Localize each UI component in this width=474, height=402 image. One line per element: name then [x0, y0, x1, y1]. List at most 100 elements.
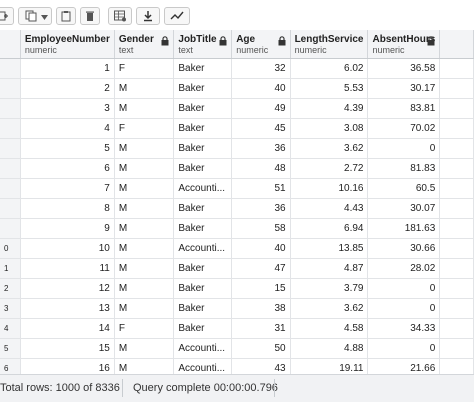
copy-button[interactable] [18, 7, 52, 25]
table-row[interactable]: 6 M Baker 48 2.72 81.83 [0, 158, 474, 179]
cell-gender[interactable]: M [114, 138, 175, 159]
cell-age[interactable]: 58 [231, 218, 291, 239]
row-number-cell[interactable] [0, 58, 21, 79]
cell-jobtitle[interactable]: Baker [173, 78, 233, 99]
table-row[interactable]: 9 M Baker 58 6.94 181.63 [0, 218, 474, 239]
row-number-cell[interactable] [0, 218, 21, 239]
cell-gender[interactable]: M [114, 198, 175, 219]
cell-age[interactable]: 31 [231, 318, 291, 339]
cell-employeenumber[interactable]: 14 [20, 318, 115, 339]
cell-absenthours[interactable]: 28.02 [367, 258, 441, 279]
cell-absenthours[interactable]: 60.5 [367, 178, 441, 199]
cell-gender[interactable]: M [114, 358, 175, 374]
cell-gender[interactable]: M [114, 158, 175, 179]
cell-lengthservice[interactable]: 6.94 [290, 218, 369, 239]
cell-employeenumber[interactable]: 13 [20, 298, 115, 319]
column-header-jobtitle[interactable]: JobTitle text [173, 30, 233, 59]
cell-absenthours[interactable]: 83.81 [367, 98, 441, 119]
cell-gender[interactable]: M [114, 278, 175, 299]
cell-jobtitle[interactable]: Baker [173, 218, 233, 239]
cell-absenthours[interactable]: 30.07 [367, 198, 441, 219]
cell-absenthours[interactable]: 34.33 [367, 318, 441, 339]
cell-jobtitle[interactable]: Baker [173, 118, 233, 139]
cell-age[interactable]: 50 [231, 338, 291, 359]
cell-gender[interactable]: M [114, 218, 175, 239]
column-header-absenthours[interactable]: AbsentHours numeric [367, 30, 441, 59]
cell-gender[interactable]: M [114, 298, 175, 319]
cell-age[interactable]: 47 [231, 258, 291, 279]
cell-lengthservice[interactable]: 3.62 [290, 138, 369, 159]
cell-gender[interactable]: F [114, 318, 175, 339]
cell-jobtitle[interactable]: Baker [173, 58, 233, 79]
cell-jobtitle[interactable]: Baker [173, 138, 233, 159]
table-row[interactable]: 7 M Accounti... 51 10.16 60.5 [0, 178, 474, 199]
cell-age[interactable]: 36 [231, 138, 291, 159]
cell-age[interactable]: 32 [231, 58, 291, 79]
cell-jobtitle[interactable]: Accounti... [173, 338, 233, 359]
row-number-cell[interactable] [0, 178, 21, 199]
cell-age[interactable]: 48 [231, 158, 291, 179]
cell-jobtitle[interactable]: Accounti... [173, 178, 233, 199]
cell-gender[interactable]: F [114, 118, 175, 139]
cell-absenthours[interactable]: 0 [367, 278, 441, 299]
cell-gender[interactable]: M [114, 238, 175, 259]
cell-age[interactable]: 45 [231, 118, 291, 139]
row-number-cell[interactable] [0, 118, 21, 139]
cell-gender[interactable]: F [114, 58, 175, 79]
table-row[interactable]: 8 M Baker 36 4.43 30.07 [0, 198, 474, 219]
table-row[interactable]: 1 11 M Baker 47 4.87 28.02 [0, 258, 474, 279]
cell-age[interactable]: 40 [231, 78, 291, 99]
cell-absenthours[interactable]: 30.66 [367, 238, 441, 259]
cell-employeenumber[interactable]: 10 [20, 238, 115, 259]
cell-lengthservice[interactable]: 3.62 [290, 298, 369, 319]
cell-lengthservice[interactable]: 19.11 [290, 358, 369, 374]
cell-age[interactable]: 36 [231, 198, 291, 219]
cell-employeenumber[interactable]: 11 [20, 258, 115, 279]
cell-jobtitle[interactable]: Baker [173, 298, 233, 319]
cell-gender[interactable]: M [114, 338, 175, 359]
cell-jobtitle[interactable]: Baker [173, 258, 233, 279]
row-number-cell[interactable] [0, 78, 21, 99]
cell-jobtitle[interactable]: Baker [173, 318, 233, 339]
cell-gender[interactable]: M [114, 178, 175, 199]
cell-lengthservice[interactable]: 4.87 [290, 258, 369, 279]
cell-absenthours[interactable]: 0 [367, 298, 441, 319]
cell-lengthservice[interactable]: 4.43 [290, 198, 369, 219]
row-number-cell[interactable]: 4 [0, 318, 21, 339]
table-row[interactable]: 2 12 M Baker 15 3.79 0 [0, 278, 474, 299]
cell-jobtitle[interactable]: Baker [173, 158, 233, 179]
row-number-cell[interactable]: 2 [0, 278, 21, 299]
row-number-cell[interactable] [0, 138, 21, 159]
cell-absenthours[interactable]: 0 [367, 338, 441, 359]
cell-employeenumber[interactable]: 15 [20, 338, 115, 359]
cell-gender[interactable]: M [114, 258, 175, 279]
cell-employeenumber[interactable]: 5 [20, 138, 115, 159]
table-row[interactable]: 5 15 M Accounti... 50 4.88 0 [0, 338, 474, 359]
row-number-cell[interactable]: 0 [0, 238, 21, 259]
paste-button[interactable] [56, 7, 76, 25]
cell-lengthservice[interactable]: 6.02 [290, 58, 369, 79]
add-row-button[interactable] [0, 7, 14, 25]
table-row[interactable]: 3 M Baker 49 4.39 83.81 [0, 98, 474, 119]
cell-lengthservice[interactable]: 10.16 [290, 178, 369, 199]
column-header-gender[interactable]: Gender text [114, 30, 175, 59]
cell-lengthservice[interactable]: 4.58 [290, 318, 369, 339]
cell-lengthservice[interactable]: 13.85 [290, 238, 369, 259]
row-number-cell[interactable]: 6 [0, 358, 21, 374]
cell-absenthours[interactable]: 36.58 [367, 58, 441, 79]
cell-lengthservice[interactable]: 4.39 [290, 98, 369, 119]
column-header-lengthservice[interactable]: LengthService numeric [290, 30, 369, 59]
cell-absenthours[interactable]: 21.66 [367, 358, 441, 374]
cell-lengthservice[interactable]: 5.53 [290, 78, 369, 99]
cell-lengthservice[interactable]: 3.79 [290, 278, 369, 299]
cell-age[interactable]: 40 [231, 238, 291, 259]
row-number-cell[interactable]: 3 [0, 298, 21, 319]
table-row[interactable]: 4 14 F Baker 31 4.58 34.33 [0, 318, 474, 339]
cell-age[interactable]: 38 [231, 298, 291, 319]
cell-lengthservice[interactable]: 2.72 [290, 158, 369, 179]
column-header-employeenumber[interactable]: EmployeeNumber numeric [20, 30, 115, 59]
save-data-button[interactable] [108, 7, 132, 25]
cell-employeenumber[interactable]: 8 [20, 198, 115, 219]
cell-absenthours[interactable]: 181.63 [367, 218, 441, 239]
cell-employeenumber[interactable]: 2 [20, 78, 115, 99]
